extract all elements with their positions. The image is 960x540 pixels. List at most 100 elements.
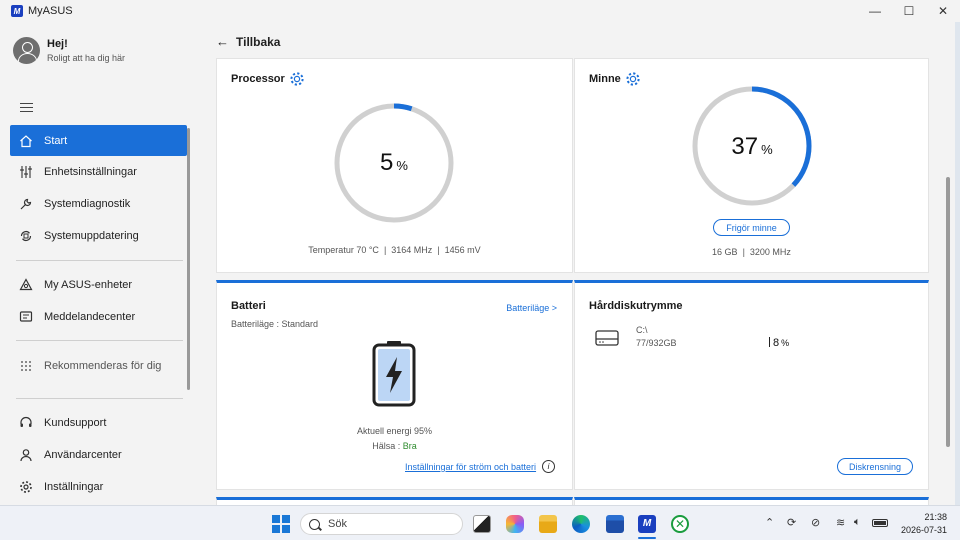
processor-card: Processor 5% Temperatur 70 °C | 3164 MHz… (216, 58, 573, 273)
sidebar-item-system-update[interactable]: Systemuppdatering (10, 220, 187, 251)
cloud-off-icon[interactable]: ⊘ (811, 516, 820, 529)
sidebar-item-label: Enhetsinställningar (44, 165, 137, 178)
drive-usage: 77/932GB (636, 338, 677, 348)
chevron-up-icon[interactable]: ⌃ (765, 516, 774, 529)
window-title: MyASUS (28, 5, 73, 17)
sidebar-item-diagnostics[interactable]: Systemdiagnostik (10, 188, 187, 219)
windows-start-icon[interactable] (272, 515, 290, 533)
home-icon (18, 133, 34, 149)
next-card-right (574, 497, 929, 505)
minimize-button[interactable]: — (858, 0, 892, 22)
maximize-button[interactable]: ☐ (892, 0, 926, 22)
next-card-left (216, 497, 573, 505)
close-button[interactable]: ✕ (926, 0, 960, 22)
sidebar-item-label: Rekommenderas för dig (44, 359, 162, 372)
memory-title: Minne (589, 73, 621, 85)
sliders-icon (18, 164, 34, 180)
sidebar-item-label: My ASUS-enheter (44, 278, 133, 291)
update-icon (18, 228, 34, 244)
info-icon[interactable]: i (542, 460, 555, 473)
processor-settings-gear-icon[interactable] (289, 71, 305, 87)
devices-icon (18, 277, 34, 293)
sidebar-item-user-center[interactable]: Användarcenter (10, 439, 187, 470)
memory-stats: 16 GB | 3200 MHz (712, 247, 791, 257)
sidebar-item-support[interactable]: Kundsupport (10, 407, 187, 438)
battery-mode-link[interactable]: Batteriläge > (506, 303, 557, 313)
taskbar: Sök M ✕ ⌃ ⟳ ⊘ ≋ 🔈︎ 21:38 2026-07-31 (0, 505, 960, 540)
title-bar: M MyASUS — ☐ ✕ (0, 0, 960, 22)
disk-cleanup-button[interactable]: Diskrensning (837, 458, 913, 475)
power-battery-settings-link[interactable]: Inställningar för ström och batteri (405, 462, 536, 472)
hard-drive-icon (595, 330, 619, 346)
disk-card: Hårddiskutrymme C:\ 77/932GB 8% Diskrens… (574, 280, 929, 490)
wifi-icon[interactable]: ≋ (836, 516, 845, 529)
arrow-left-icon: ← (216, 34, 229, 49)
sidebar-item-label: Systemuppdatering (44, 229, 139, 242)
sidebar-item-message-center[interactable]: Meddelandecenter (10, 301, 187, 332)
divider (16, 340, 183, 341)
sidebar-scrollbar[interactable] (187, 128, 190, 390)
sidebar-item-label: Meddelandecenter (44, 310, 136, 323)
sync-icon[interactable]: ⟳ (787, 516, 796, 529)
grid-dots-icon (18, 358, 34, 374)
greeting: Hej! (47, 38, 68, 50)
file-explorer-icon[interactable] (539, 515, 557, 533)
taskbar-search[interactable]: Sök (300, 513, 463, 535)
battery-health: Hälsa : Bra (372, 441, 417, 451)
sidebar-item-label: Kundsupport (44, 416, 107, 429)
drive-letter: C:\ (636, 325, 648, 335)
avatar[interactable] (13, 37, 40, 64)
message-icon (18, 309, 34, 325)
gear-icon (18, 479, 34, 495)
battery-energy: Aktuell energi 95% (356, 426, 433, 436)
sidebar: Hej! Roligt att ha dig här Start Enhetsi… (0, 22, 192, 505)
memory-usage: 37% (731, 133, 773, 160)
battery-charging-icon (372, 341, 416, 407)
search-placeholder: Sök (328, 518, 347, 530)
menu-icon[interactable] (20, 103, 33, 115)
disk-usage-percent: 8% (769, 337, 789, 349)
person-icon (18, 447, 34, 463)
processor-stats: Temperatur 70 °C | 3164 MHz | 1456 mV (308, 245, 481, 255)
volume-icon[interactable]: 🔈︎ (854, 516, 861, 529)
disk-title: Hårddiskutrymme (589, 300, 683, 312)
store-icon[interactable] (606, 515, 624, 533)
memory-card: Minne 37% Frigör minne 16 GB | 3200 MHz (574, 58, 929, 273)
system-clock[interactable]: 21:38 2026-07-31 (901, 511, 947, 537)
sidebar-item-label: Användarcenter (44, 448, 122, 461)
sidebar-item-label: Start (44, 134, 68, 147)
divider (16, 398, 183, 399)
battery-mode: Batteriläge : Standard (231, 319, 319, 329)
main-scrollbar[interactable] (946, 177, 950, 447)
battery-icon[interactable] (872, 519, 888, 527)
sidebar-item-start[interactable]: Start (10, 125, 187, 156)
edge-browser-icon[interactable] (572, 515, 590, 533)
processor-usage: 5% (380, 149, 408, 176)
greeting-subtitle: Roligt att ha dig här (47, 53, 126, 63)
myasus-taskbar-icon[interactable]: M (638, 515, 656, 533)
headset-icon (18, 415, 34, 431)
free-memory-button[interactable]: Frigör minne (713, 219, 790, 236)
user-profile[interactable]: Hej! Roligt att ha dig här (13, 37, 125, 64)
sidebar-item-device-settings[interactable]: Enhetsinställningar (10, 156, 187, 187)
xbox-icon[interactable]: ✕ (671, 515, 689, 533)
back-button[interactable]: ← Tillbaka (216, 34, 280, 49)
sidebar-item-label: Systemdiagnostik (44, 197, 131, 210)
battery-card: Batteri Batteriläge > Batteriläge : Stan… (216, 280, 573, 490)
sidebar-item-label: Inställningar (44, 480, 104, 493)
wrench-icon (18, 196, 34, 212)
processor-title: Processor (231, 73, 285, 85)
myasus-logo-icon: M (11, 5, 23, 17)
copilot-icon[interactable] (506, 515, 524, 533)
memory-settings-gear-icon[interactable] (625, 71, 641, 87)
sidebar-item-recommended[interactable]: Rekommenderas för dig (10, 350, 187, 381)
sidebar-item-settings[interactable]: Inställningar (10, 471, 187, 502)
task-view-icon[interactable] (473, 515, 491, 533)
sidebar-item-my-devices[interactable]: My ASUS-enheter (10, 269, 187, 300)
window-controls: — ☐ ✕ (858, 0, 960, 22)
back-label: Tillbaka (236, 34, 281, 49)
search-icon (309, 518, 320, 530)
active-app-indicator (638, 537, 656, 539)
main-content: ← Tillbaka Processor 5% Temperatur 70 °C… (192, 22, 955, 505)
divider (16, 260, 183, 261)
